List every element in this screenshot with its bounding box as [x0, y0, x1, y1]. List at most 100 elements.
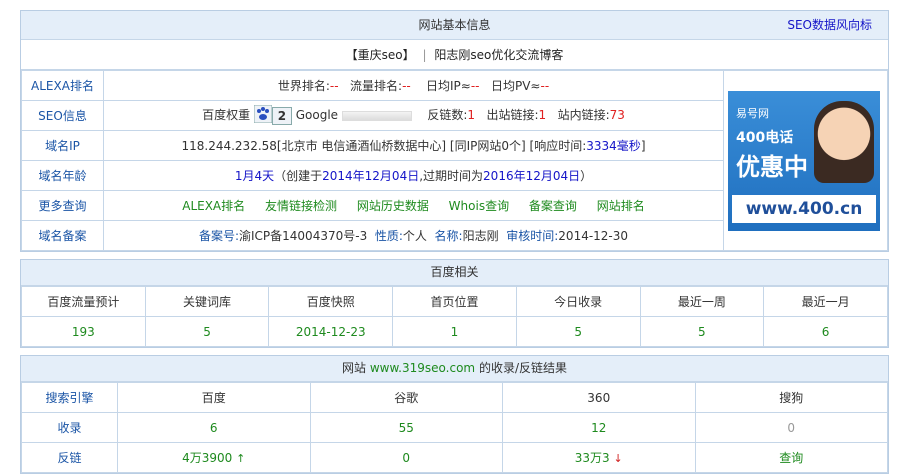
baidu-traffic-value: 193	[21, 316, 146, 347]
baidu-header-row: 百度流量预计 关键词库 百度快照 首页位置 今日收录 最近一周 最近一月	[21, 286, 888, 317]
inlinks-label: 站内链接:	[557, 108, 610, 122]
site-description: 阳志刚seo优化交流博客	[434, 48, 564, 62]
ad-line2: 优惠中	[736, 152, 808, 181]
baidu-col-1: 关键词库	[144, 286, 270, 317]
site-name: 【重庆seo】	[345, 48, 415, 62]
link-beian[interactable]: 备案查询	[529, 199, 577, 213]
link-friend-check[interactable]: 友情链接检测	[265, 199, 337, 213]
outlinks-value: 1	[538, 108, 547, 122]
nature-label: 性质:	[374, 229, 403, 243]
backlink-360-cell[interactable]: 33万3 ↓	[502, 442, 696, 473]
beian-values: 备案号:渝ICP备14004370号-3 性质:个人 名称:阳志刚 审核时间:2…	[103, 220, 724, 251]
baidu-table: 百度流量预计 关键词库 百度快照 首页位置 今日收录 最近一周 最近一月 193…	[21, 286, 888, 347]
baidu-weight-label: 百度权重	[202, 108, 251, 122]
index-panel: 网站 www.319seo.com 的收录/反链结果 搜索引擎 百度 谷歌 36…	[20, 355, 889, 474]
traffic-rank-value: --	[402, 79, 411, 93]
audit-value: 2014-12-30	[558, 229, 629, 243]
ad-brand: 易号网	[736, 106, 769, 120]
basic-info-panel: 网站基本信息 SEO数据风向标 【重庆seo】 | 阳志刚seo优化交流博客 A…	[20, 10, 889, 252]
link-history[interactable]: 网站历史数据	[357, 199, 429, 213]
alexa-row: ALEXA排名 世界排名:-- 流量排名:-- 日均IP≈-- 日均PV≈-- …	[21, 70, 888, 251]
engine-google: 谷歌	[309, 382, 503, 413]
engine-sogou: 搜狗	[694, 382, 888, 413]
engine-baidu: 百度	[117, 382, 311, 413]
baidu-today-value[interactable]: 5	[515, 316, 641, 347]
nature-value: 个人	[402, 229, 427, 243]
more-links: ALEXA排名 友情链接检测 网站历史数据 Whois查询 备案查询 网站排名	[103, 190, 724, 221]
ad-line1: 400电话	[736, 129, 794, 146]
name-label: 名称:	[434, 229, 463, 243]
link-whois[interactable]: Whois查询	[449, 199, 509, 213]
daily-pv-value: --	[540, 79, 550, 93]
site-subtitle: 【重庆seo】 | 阳志刚seo优化交流博客	[21, 40, 888, 70]
baidu-paw-icon	[253, 104, 273, 126]
backlink-row-label: 反链	[21, 442, 118, 473]
backlink-google-value[interactable]: 0	[309, 442, 503, 473]
index-sogou-value[interactable]: 0	[694, 412, 888, 443]
index-360-value[interactable]: 12	[502, 412, 696, 443]
baidu-col-3: 首页位置	[392, 286, 517, 317]
response-label: [响应时间:	[529, 139, 587, 153]
baidu-home-position-value: 1	[392, 316, 517, 347]
page-wrap: 网站基本信息 SEO数据风向标 【重庆seo】 | 阳志刚seo优化交流博客 A…	[20, 10, 889, 474]
baidu-col-5: 最近一周	[639, 286, 765, 317]
daily-ip-value: --	[470, 79, 480, 93]
baidu-title: 百度相关	[430, 265, 479, 279]
index-header-row: 搜索引擎 百度 谷歌 360 搜狗	[21, 382, 888, 413]
index-site-link[interactable]: www.319seo.com	[370, 361, 475, 375]
baidu-snapshot-value[interactable]: 2014-12-23	[268, 316, 394, 347]
baidu-col-4: 今日收录	[515, 286, 641, 317]
google-pr-bar	[342, 110, 413, 121]
backlink-sogou-query[interactable]: 查询	[694, 442, 888, 473]
age-suffix: ）	[580, 169, 593, 183]
same-ip-link[interactable]: [同IP网站0个]	[450, 139, 526, 153]
seo-trend-link[interactable]: SEO数据风向标	[787, 11, 872, 39]
backlink-360-value: 33万3	[574, 451, 610, 465]
index-row-label: 收录	[21, 412, 118, 443]
beian-no-value: 渝ICP备14004370号-3	[239, 229, 368, 243]
baidu-month-value[interactable]: 6	[763, 316, 888, 347]
baidu-panel: 百度相关 百度流量预计 关键词库 百度快照 首页位置 今日收录 最近一周 最近一…	[20, 259, 889, 348]
baidu-keywords-value[interactable]: 5	[144, 316, 270, 347]
backlink-baidu-value: 4万3900	[182, 451, 233, 465]
world-rank-label: 世界排名:	[277, 79, 330, 93]
name-value: 阳志刚	[462, 229, 499, 243]
arrow-up-icon: ↑	[236, 452, 246, 465]
baidu-week-value[interactable]: 5	[639, 316, 765, 347]
index-title-prefix: 网站	[342, 361, 367, 375]
arrow-down-icon: ↓	[613, 452, 623, 465]
traffic-rank-label: 流量排名:	[350, 79, 403, 93]
backlinks-value: 1	[467, 108, 476, 122]
created-prefix: （创建于	[274, 169, 323, 183]
basic-info-title: 网站基本信息	[418, 18, 491, 32]
domain-age-value: 1月4天	[234, 169, 275, 183]
index-header: 网站 www.319seo.com 的收录/反链结果	[21, 356, 888, 382]
link-site-rank[interactable]: 网站排名	[597, 199, 645, 213]
seo-values: 百度权重 2 Google 反链数:1 出站链接:1 站内链接:73	[103, 100, 724, 131]
ip-address: 118.244.232.58[北京市 电信通酒仙桥数据中心]	[181, 139, 447, 153]
age-values: 1月4天（创建于2014年12月04日,过期时间为2016年12月04日）	[103, 160, 724, 191]
backlinks-label: 反链数:	[427, 108, 468, 122]
basic-info-header: 网站基本信息 SEO数据风向标	[21, 11, 888, 40]
ad-person-icon	[814, 100, 874, 183]
ad-url: www.400.cn	[732, 194, 876, 223]
alexa-values: 世界排名:-- 流量排名:-- 日均IP≈-- 日均PV≈--	[103, 70, 724, 101]
beian-label: 域名备案	[21, 220, 104, 251]
link-alexa-rank[interactable]: ALEXA排名	[182, 199, 245, 213]
created-date: 2014年12月04日	[322, 169, 420, 183]
index-baidu-value[interactable]: 6	[117, 412, 311, 443]
index-table: 搜索引擎 百度 谷歌 360 搜狗 收录 6 55 12 0 反链 4万3900…	[21, 382, 888, 473]
index-title-suffix: 的收录/反链结果	[478, 361, 567, 375]
inlinks-value: 73	[609, 108, 625, 122]
engine-360: 360	[502, 382, 696, 413]
more-label: 更多查询	[21, 190, 104, 221]
basic-info-table: ALEXA排名 世界排名:-- 流量排名:-- 日均IP≈-- 日均PV≈-- …	[21, 70, 888, 251]
ad-cell: 易号网 400电话 优惠中 www.400.cn	[723, 70, 888, 251]
backlink-baidu-cell[interactable]: 4万3900 ↑	[117, 442, 311, 473]
baidu-rank: 2	[271, 106, 292, 125]
baidu-value-row: 193 5 2014-12-23 1 5 5 6	[21, 316, 888, 347]
index-google-value[interactable]: 55	[309, 412, 503, 443]
baidu-header: 百度相关	[21, 260, 888, 286]
ad-banner[interactable]: 易号网 400电话 优惠中 www.400.cn	[728, 90, 880, 231]
seo-label: SEO信息	[21, 100, 104, 131]
